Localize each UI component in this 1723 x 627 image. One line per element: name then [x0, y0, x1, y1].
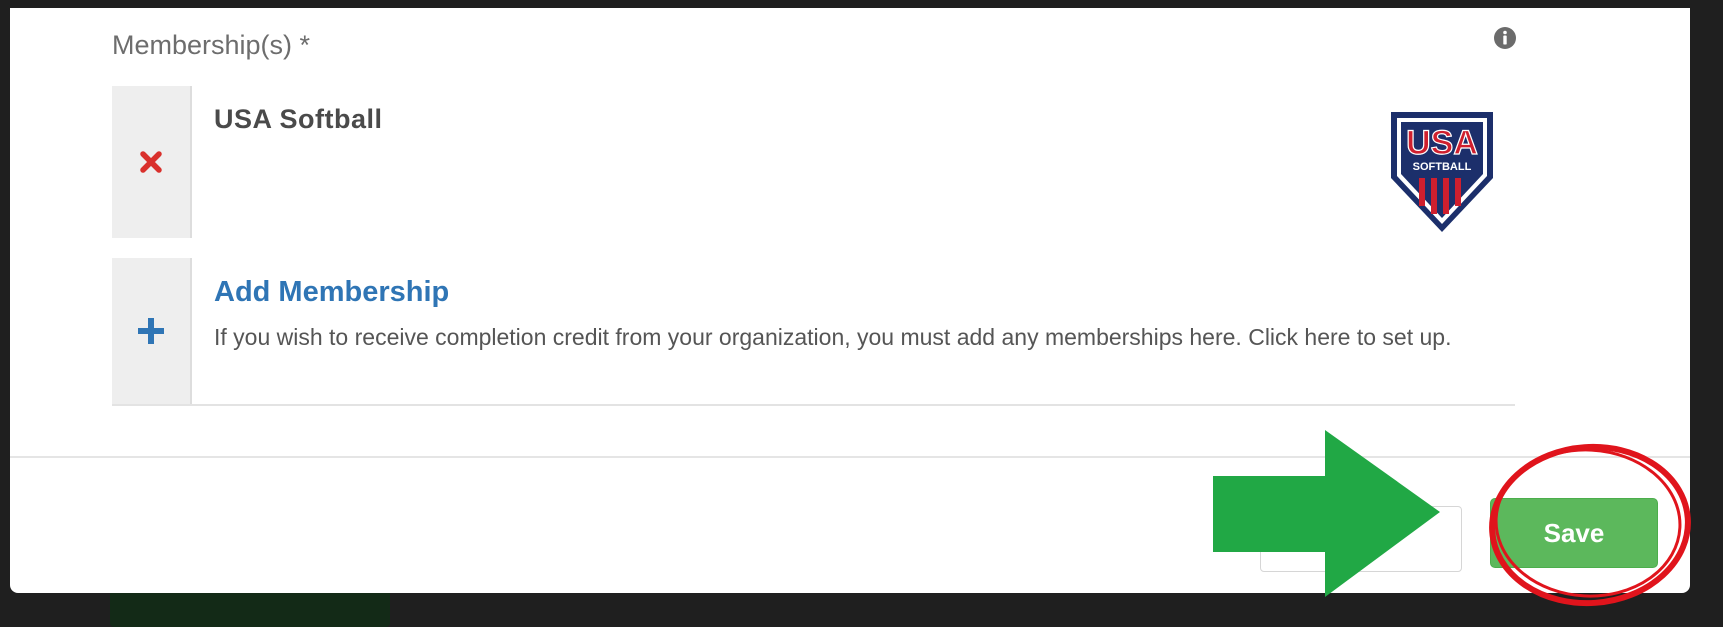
add-membership-link[interactable]: Add Membership: [214, 276, 449, 309]
save-button[interactable]: Save: [1490, 498, 1658, 568]
secondary-footer-button[interactable]: [1260, 506, 1462, 572]
svg-text:SOFTBALL: SOFTBALL: [1413, 161, 1472, 173]
close-x-icon: [140, 151, 162, 173]
remove-membership-button[interactable]: [112, 86, 190, 238]
card-divider: [190, 86, 192, 238]
membership-name: USA Softball: [214, 104, 383, 134]
modal-footer: Save: [10, 456, 1690, 593]
card-divider: [190, 258, 192, 404]
usa-softball-logo: USA SOFTBALL: [1391, 112, 1493, 232]
membership-modal: Membership(s) * USA Softball USA SOFTBAL…: [10, 8, 1690, 593]
add-membership-button[interactable]: [112, 258, 190, 404]
modal-body: Membership(s) * USA Softball USA SOFTBAL…: [10, 8, 1690, 456]
svg-text:USA: USA: [1406, 124, 1478, 162]
add-membership-description[interactable]: If you wish to receive completion credit…: [214, 320, 1504, 354]
info-circle-icon[interactable]: [1493, 26, 1517, 50]
plus-icon: [138, 318, 164, 344]
membership-card: USA Softball USA SOFTBALL: [112, 86, 1515, 246]
add-membership-card[interactable]: Add Membership If you wish to receive co…: [112, 258, 1515, 406]
memberships-label: Membership(s) *: [112, 30, 311, 60]
